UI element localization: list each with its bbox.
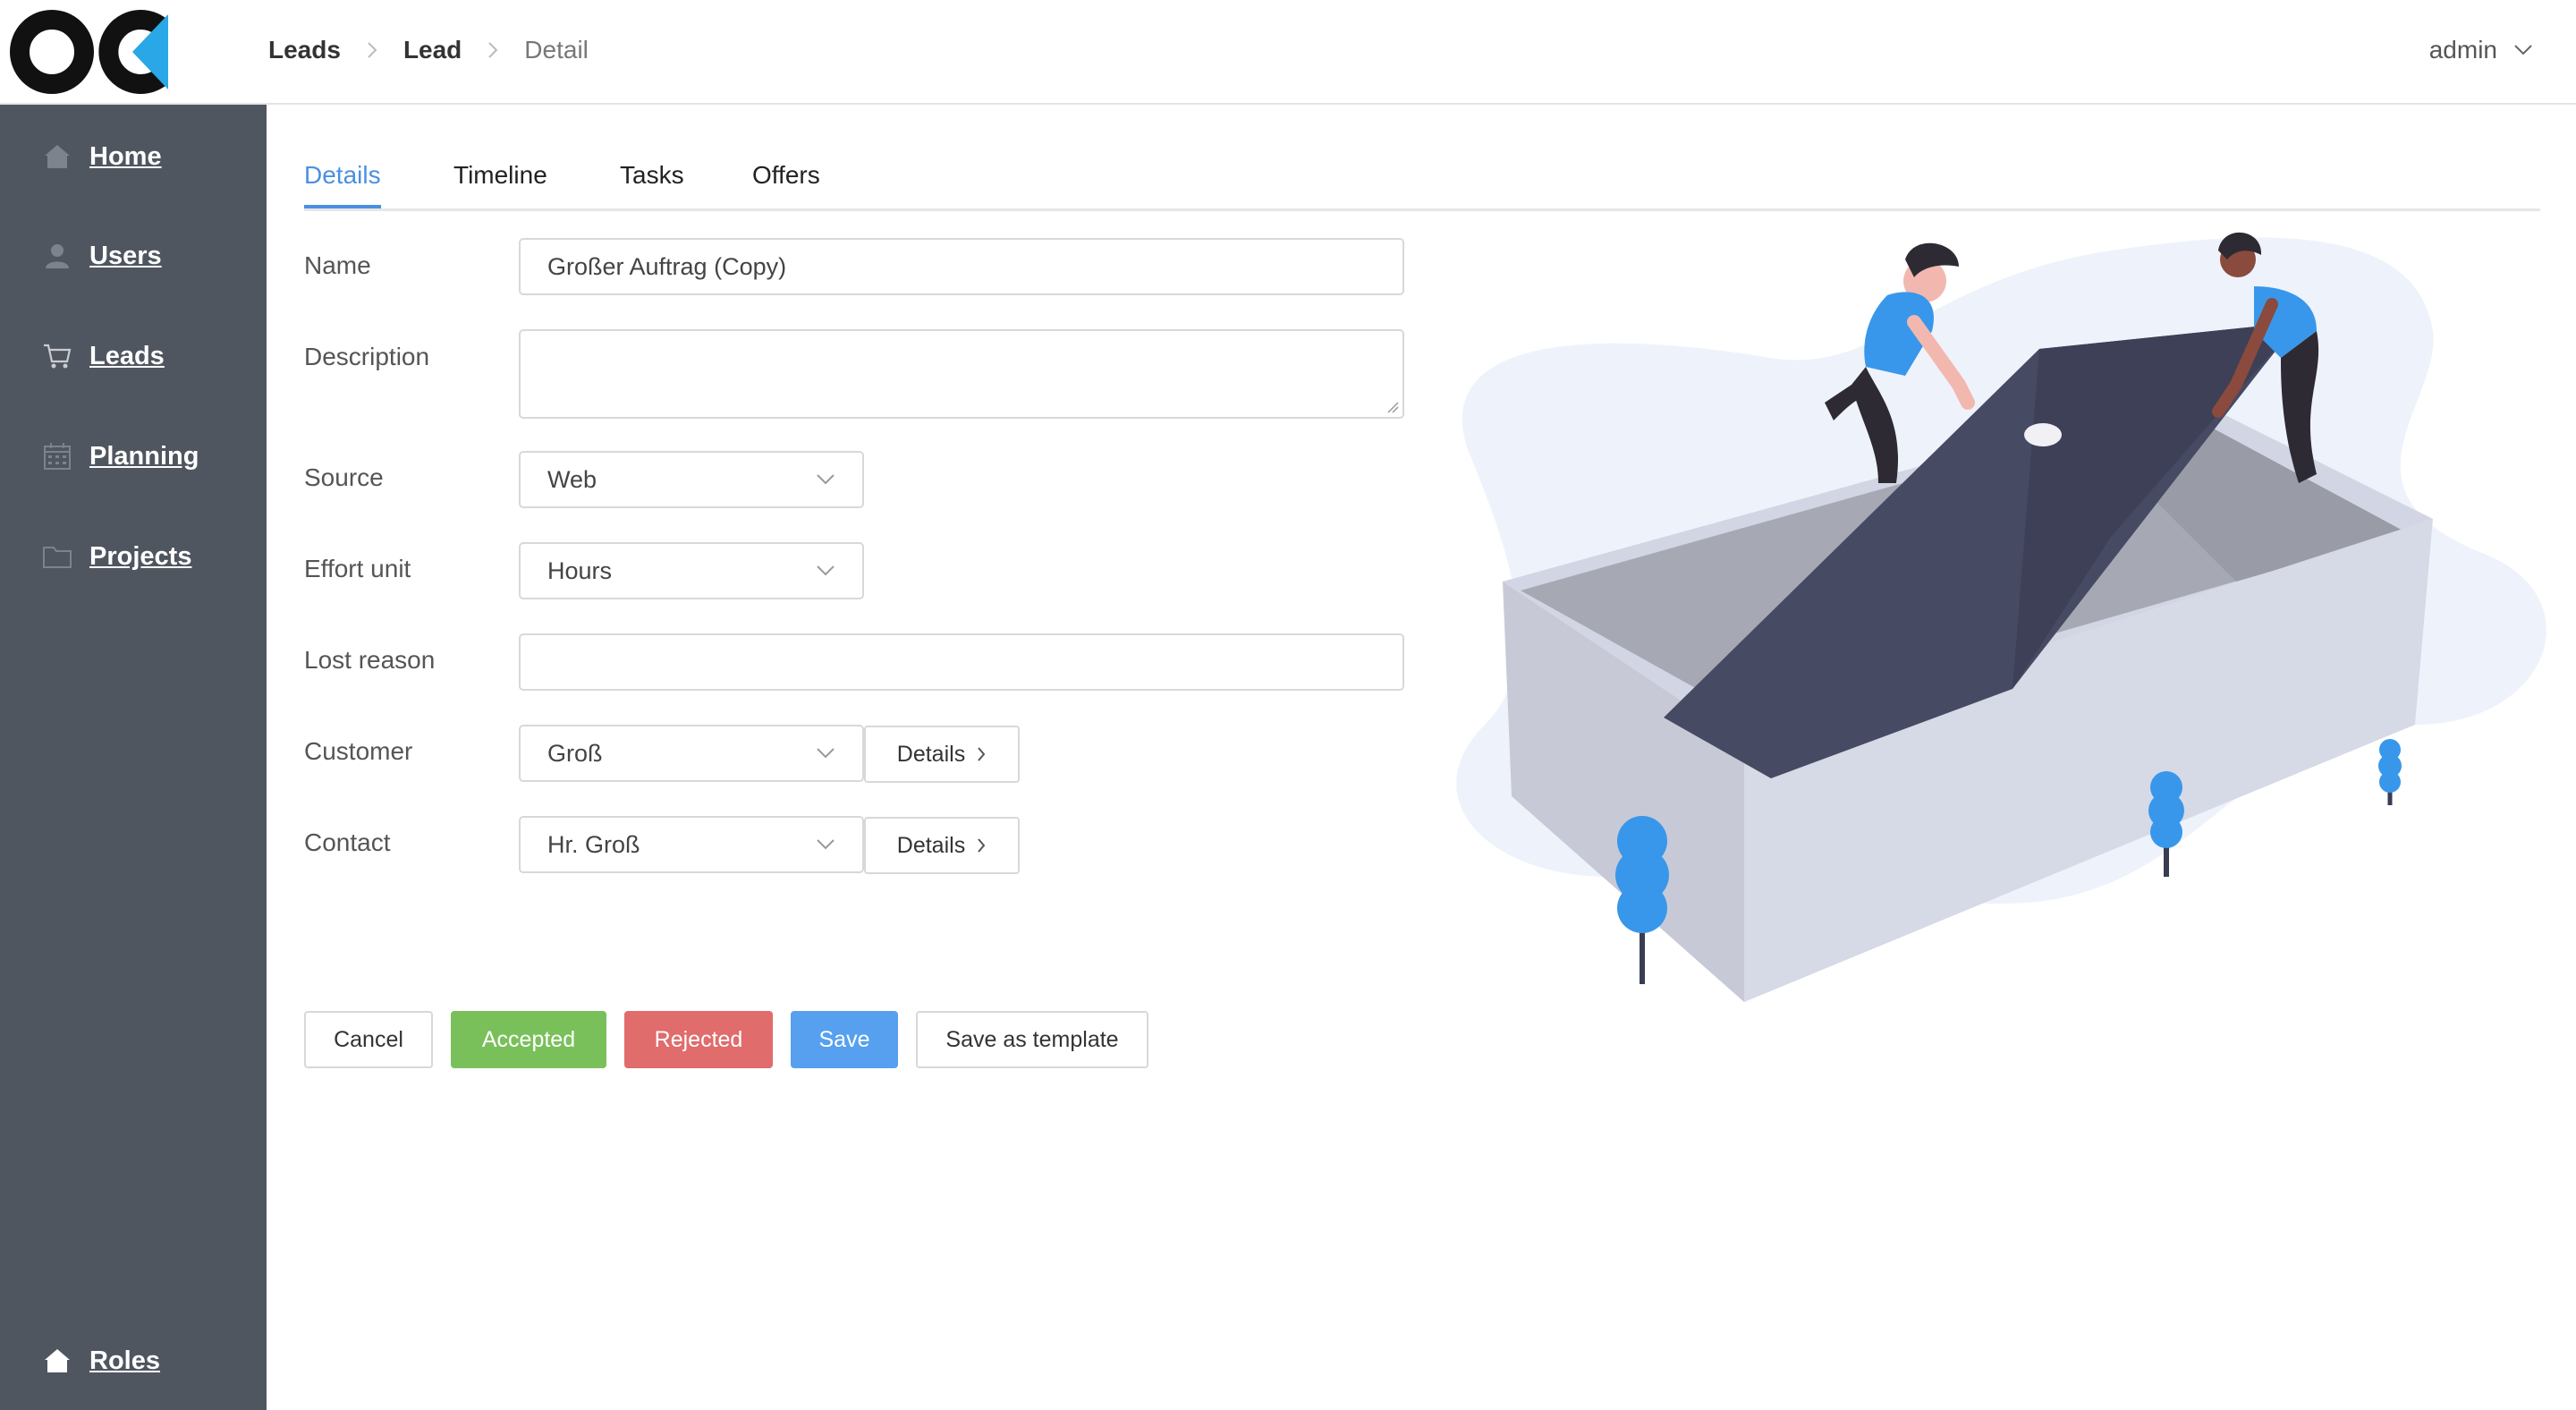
user-menu[interactable]: admin [2429, 30, 2533, 70]
chevron-right-icon [978, 747, 986, 761]
user-name: admin [2428, 36, 2497, 64]
tab-tasks[interactable]: Tasks [620, 161, 684, 208]
effort-unit-label: Effort unit [304, 555, 411, 582]
sidebar-item-label: Projects [89, 541, 192, 571]
accepted-button[interactable]: Accepted [451, 1011, 606, 1068]
sidebar-item-label: Roles [89, 1346, 160, 1375]
sidebar-item-leads[interactable]: Leads [39, 334, 165, 378]
breadcrumb-detail: Detail [524, 36, 589, 64]
user-icon [39, 238, 75, 274]
sidebar-item-label: Planning [89, 441, 199, 471]
save-as-template-button[interactable]: Save as template [916, 1011, 1148, 1068]
lost-reason-input[interactable] [519, 633, 1404, 691]
contact-select[interactable]: Hr. Groß [519, 816, 864, 873]
tab-timeline[interactable]: Timeline [453, 161, 547, 208]
tree-left [1615, 816, 1669, 984]
chevron-down-icon [2514, 45, 2532, 55]
tree-middle [2148, 771, 2184, 877]
sidebar-item-home[interactable]: Home [39, 134, 162, 179]
box-illustration [1456, 232, 2547, 1002]
chevron-down-icon [817, 474, 835, 485]
tab-offers[interactable]: Offers [752, 161, 820, 208]
home-icon [39, 139, 75, 174]
detail-tabs: Details Timeline Tasks Offers [304, 152, 2540, 211]
calendar-icon [39, 438, 75, 474]
source-value: Web [547, 465, 597, 493]
cancel-button[interactable]: Cancel [304, 1011, 433, 1068]
contact-value: Hr. Groß [547, 830, 640, 858]
source-label: Source [304, 463, 384, 491]
sidebar-item-planning[interactable]: Planning [39, 434, 199, 479]
sidebar: Home Users Leads Planning Projects Roles [0, 105, 267, 1410]
tab-details[interactable]: Details [304, 161, 381, 208]
name-input[interactable]: Großer Auftrag (Copy) [519, 238, 1404, 295]
effort-unit-value: Hours [547, 556, 613, 584]
folder-icon [39, 539, 75, 574]
name-value: Großer Auftrag (Copy) [547, 252, 787, 280]
sidebar-item-label: Home [89, 141, 162, 171]
description-label: Description [304, 343, 430, 370]
sidebar-item-users[interactable]: Users [39, 234, 162, 278]
customer-label: Customer [304, 737, 413, 765]
chevron-right-icon [359, 37, 386, 64]
details-label: Details [896, 832, 966, 858]
tree-right [2378, 739, 2402, 805]
customer-select[interactable]: Groß [519, 725, 864, 782]
details-label: Details [896, 741, 966, 767]
chevron-down-icon [817, 565, 835, 576]
lost-reason-label: Lost reason [304, 646, 436, 674]
breadcrumb-leads[interactable]: Leads [268, 36, 341, 64]
name-label: Name [304, 251, 371, 279]
chevron-right-icon [978, 838, 986, 853]
contact-label: Contact [304, 828, 391, 856]
cart-icon [39, 338, 75, 374]
save-button[interactable]: Save [791, 1011, 898, 1068]
resize-grip-icon[interactable] [1386, 401, 1399, 413]
rejected-button[interactable]: Rejected [624, 1011, 773, 1068]
customer-value: Groß [547, 739, 603, 767]
breadcrumb: Leads Lead Detail [268, 30, 589, 70]
customer-details-button[interactable]: Details [864, 726, 1020, 783]
description-textarea[interactable] [519, 329, 1404, 419]
sidebar-item-roles[interactable]: Roles [39, 1338, 160, 1383]
sidebar-item-projects[interactable]: Projects [39, 534, 191, 579]
chevron-down-icon [817, 839, 835, 850]
source-select[interactable]: Web [519, 451, 864, 508]
sidebar-item-label: Leads [89, 341, 165, 370]
chevron-down-icon [817, 748, 835, 759]
sidebar-item-label: Users [89, 241, 162, 270]
home-icon [39, 1343, 75, 1379]
contact-details-button[interactable]: Details [864, 817, 1020, 874]
top-header: Leads Lead Detail admin [0, 0, 2576, 105]
app-logo[interactable] [9, 7, 170, 97]
breadcrumb-lead[interactable]: Lead [403, 36, 462, 64]
chevron-right-icon [479, 37, 506, 64]
effort-unit-select[interactable]: Hours [519, 542, 864, 599]
